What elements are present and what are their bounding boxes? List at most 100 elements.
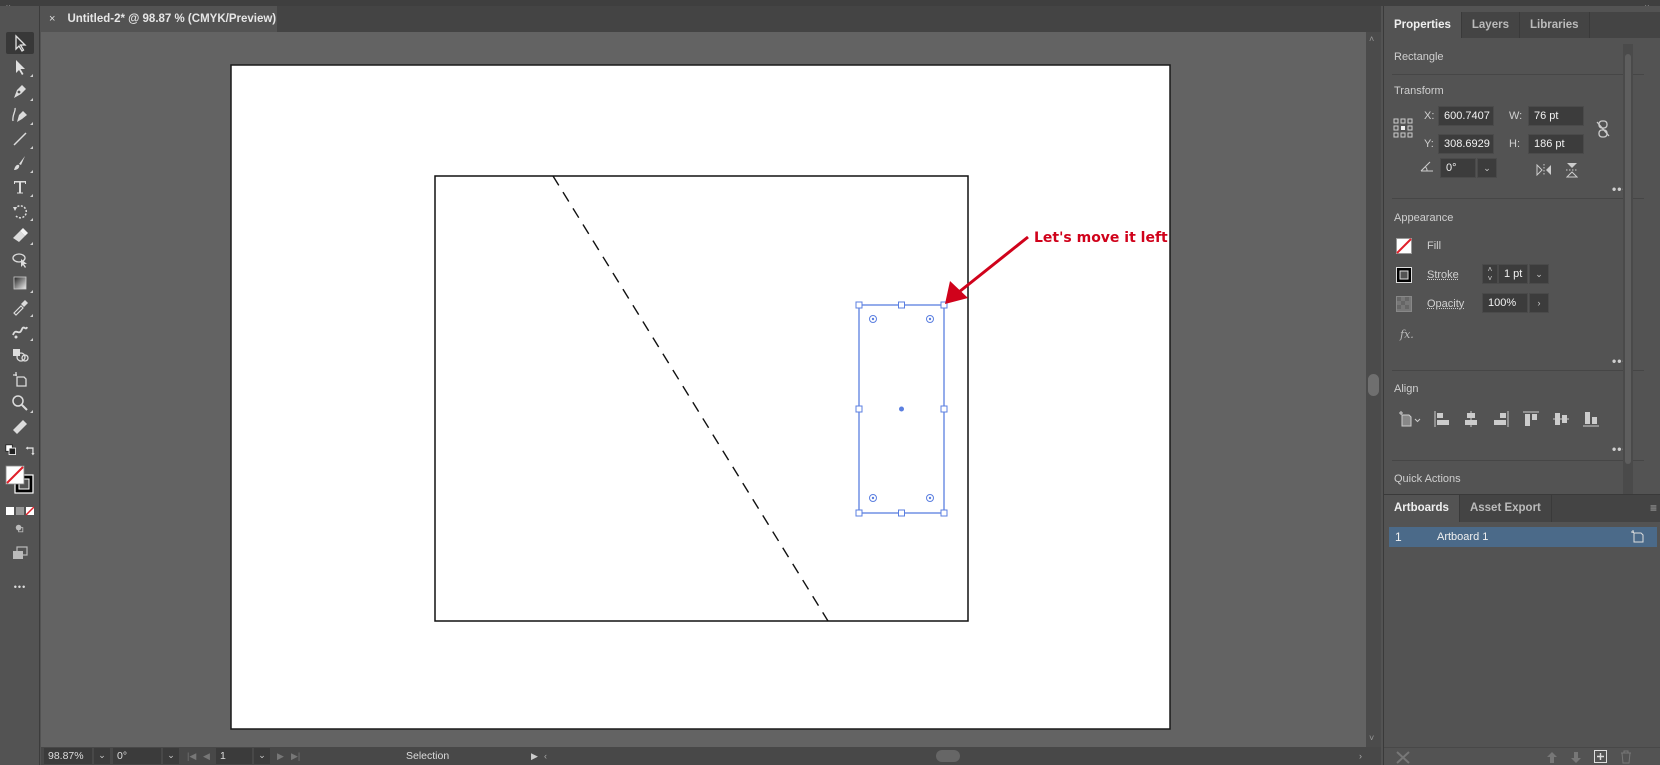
- screen-mode-button[interactable]: [6, 542, 34, 564]
- opacity-checker-icon[interactable]: [1396, 296, 1412, 312]
- scroll-left-icon[interactable]: ‹: [544, 748, 547, 764]
- scroll-up-icon[interactable]: ˄: [1369, 34, 1374, 44]
- align-left-icon[interactable]: [1433, 410, 1451, 428]
- stroke-weight-stepper[interactable]: ˄ ˅: [1482, 264, 1498, 284]
- vertical-scrollbar[interactable]: ˄ ˅: [1366, 32, 1381, 747]
- reference-point-icon[interactable]: [1393, 118, 1413, 138]
- handle-middle-right[interactable]: [940, 405, 948, 413]
- handle-bottom-right[interactable]: [940, 509, 948, 517]
- align-top-icon[interactable]: [1522, 410, 1540, 428]
- type-tool[interactable]: [6, 176, 34, 198]
- gradient-tool[interactable]: [6, 272, 34, 294]
- tab-libraries[interactable]: Libraries: [1520, 12, 1590, 38]
- handle-top-left[interactable]: [855, 301, 863, 309]
- artboard[interactable]: [230, 64, 1171, 730]
- y-position-field[interactable]: 308.6929: [1438, 134, 1494, 154]
- flip-vertical-icon[interactable]: [1566, 162, 1578, 178]
- move-down-icon[interactable]: [1570, 751, 1582, 764]
- artboard-options-icon[interactable]: [1631, 530, 1645, 543]
- curvature-tool[interactable]: [6, 104, 34, 126]
- scroll-down-icon[interactable]: ˅: [1369, 733, 1374, 743]
- properties-scrollbar[interactable]: [1623, 44, 1633, 494]
- scroll-right-icon[interactable]: ›: [1359, 748, 1362, 764]
- artboard-name[interactable]: Artboard 1: [1437, 527, 1488, 547]
- tab-asset-export[interactable]: Asset Export: [1460, 495, 1552, 522]
- draw-mode-button[interactable]: [6, 518, 34, 540]
- eraser-tool[interactable]: [6, 224, 34, 246]
- height-field[interactable]: 186 pt: [1528, 134, 1584, 154]
- delete-artboard-icon[interactable]: [1620, 750, 1632, 764]
- symbol-sprayer-icon: [13, 349, 29, 362]
- tab-properties[interactable]: Properties: [1384, 12, 1462, 38]
- rotation-angle-dropdown[interactable]: ⌄: [1477, 158, 1497, 178]
- zoom-dropdown[interactable]: ⌄: [94, 748, 110, 764]
- eyedropper-tool[interactable]: [6, 296, 34, 318]
- tab-layers[interactable]: Layers: [1462, 12, 1520, 38]
- document-tab-bar: × Untitled-2* @ 98.87 % (CMYK/Preview): [41, 6, 1381, 32]
- opacity-expand-button[interactable]: ›: [1529, 293, 1549, 313]
- align-vertical-center-icon[interactable]: [1552, 410, 1570, 428]
- previous-artboard-icon[interactable]: ◀: [203, 748, 210, 764]
- x-position-field[interactable]: 600.7407: [1438, 106, 1494, 126]
- handle-bottom-left[interactable]: [855, 509, 863, 517]
- zoom-tool[interactable]: [6, 392, 34, 414]
- edit-toolbar-button[interactable]: •••: [6, 576, 34, 598]
- fill-none-swatch-icon[interactable]: [1396, 238, 1412, 254]
- opacity-field[interactable]: 100%: [1482, 293, 1528, 313]
- paintbrush-tool[interactable]: [6, 152, 34, 174]
- handle-top-middle[interactable]: [898, 301, 905, 309]
- symbol-sprayer-tool[interactable]: [6, 344, 34, 366]
- stroke-weight-dropdown[interactable]: ⌄: [1529, 264, 1549, 284]
- status-menu-icon[interactable]: ▶: [531, 748, 538, 764]
- rotate-tool[interactable]: [6, 200, 34, 222]
- horizontal-scroll-thumb[interactable]: [936, 750, 960, 762]
- artboard-number-field[interactable]: 1: [216, 748, 252, 764]
- close-tab-icon[interactable]: ×: [49, 13, 55, 25]
- next-artboard-icon[interactable]: ▶: [277, 748, 284, 764]
- zoom-level-field[interactable]: 98.87%: [44, 748, 92, 764]
- effects-fx-button[interactable]: fx.: [1400, 328, 1414, 341]
- fill-stroke-swatches[interactable]: [4, 464, 36, 496]
- status-bar: 98.87% ⌄ 0° ⌄ |◀ ◀ 1 ⌄ ▶ ▶| Selection ▶ …: [41, 747, 1381, 765]
- align-bottom-icon[interactable]: [1582, 410, 1600, 428]
- rotation-angle-field[interactable]: 0°: [1440, 158, 1476, 178]
- artboard-dropdown[interactable]: ⌄: [254, 748, 270, 764]
- document-tab[interactable]: × Untitled-2* @ 98.87 % (CMYK/Preview): [41, 6, 277, 32]
- selection-tool[interactable]: [6, 32, 34, 54]
- last-artboard-icon[interactable]: ▶|: [291, 748, 300, 764]
- artboard-icon: [13, 372, 27, 387]
- fill-none-stroke-black-icon: [5, 465, 34, 494]
- default-fill-stroke-button[interactable]: [3, 442, 19, 458]
- canvas-area[interactable]: Let's move it left: [41, 32, 1366, 747]
- swap-fill-stroke-button[interactable]: [22, 442, 38, 458]
- flip-horizontal-icon[interactable]: [1536, 164, 1552, 176]
- handle-middle-left[interactable]: [855, 405, 863, 413]
- panel-menu-icon[interactable]: ≡: [1650, 501, 1657, 515]
- vertical-scroll-thumb[interactable]: [1368, 374, 1379, 396]
- stroke-weight-field[interactable]: 1 pt: [1498, 264, 1528, 284]
- stroke-swatch-icon[interactable]: [1396, 267, 1412, 283]
- pen-tool[interactable]: [6, 80, 34, 102]
- line-segment-tool[interactable]: [6, 128, 34, 150]
- align-to-artboard-icon[interactable]: [1398, 410, 1422, 428]
- width-field[interactable]: 76 pt: [1528, 106, 1584, 126]
- artboard-tool[interactable]: [6, 368, 34, 390]
- artboard-list-item[interactable]: 1 Artboard 1: [1389, 527, 1657, 547]
- stroke-link[interactable]: Stroke: [1427, 269, 1459, 281]
- measure-tool[interactable]: [6, 416, 34, 438]
- rearrange-artboards-icon[interactable]: [1396, 751, 1410, 764]
- align-horizontal-center-icon[interactable]: [1462, 410, 1480, 428]
- handle-bottom-middle[interactable]: [898, 509, 905, 517]
- rotation-field[interactable]: 0°: [113, 748, 161, 764]
- tab-artboards[interactable]: Artboards: [1384, 495, 1460, 522]
- first-artboard-icon[interactable]: |◀: [187, 748, 196, 764]
- rotation-dropdown[interactable]: ⌄: [163, 748, 179, 764]
- shape-builder-tool[interactable]: [6, 248, 34, 270]
- blend-tool[interactable]: [6, 320, 34, 342]
- constrain-proportions-icon[interactable]: [1596, 119, 1610, 139]
- direct-selection-tool[interactable]: [6, 56, 34, 78]
- align-right-icon[interactable]: [1492, 410, 1510, 428]
- new-artboard-icon[interactable]: [1594, 750, 1607, 763]
- opacity-link[interactable]: Opacity: [1427, 298, 1464, 310]
- move-up-icon[interactable]: [1546, 751, 1558, 764]
